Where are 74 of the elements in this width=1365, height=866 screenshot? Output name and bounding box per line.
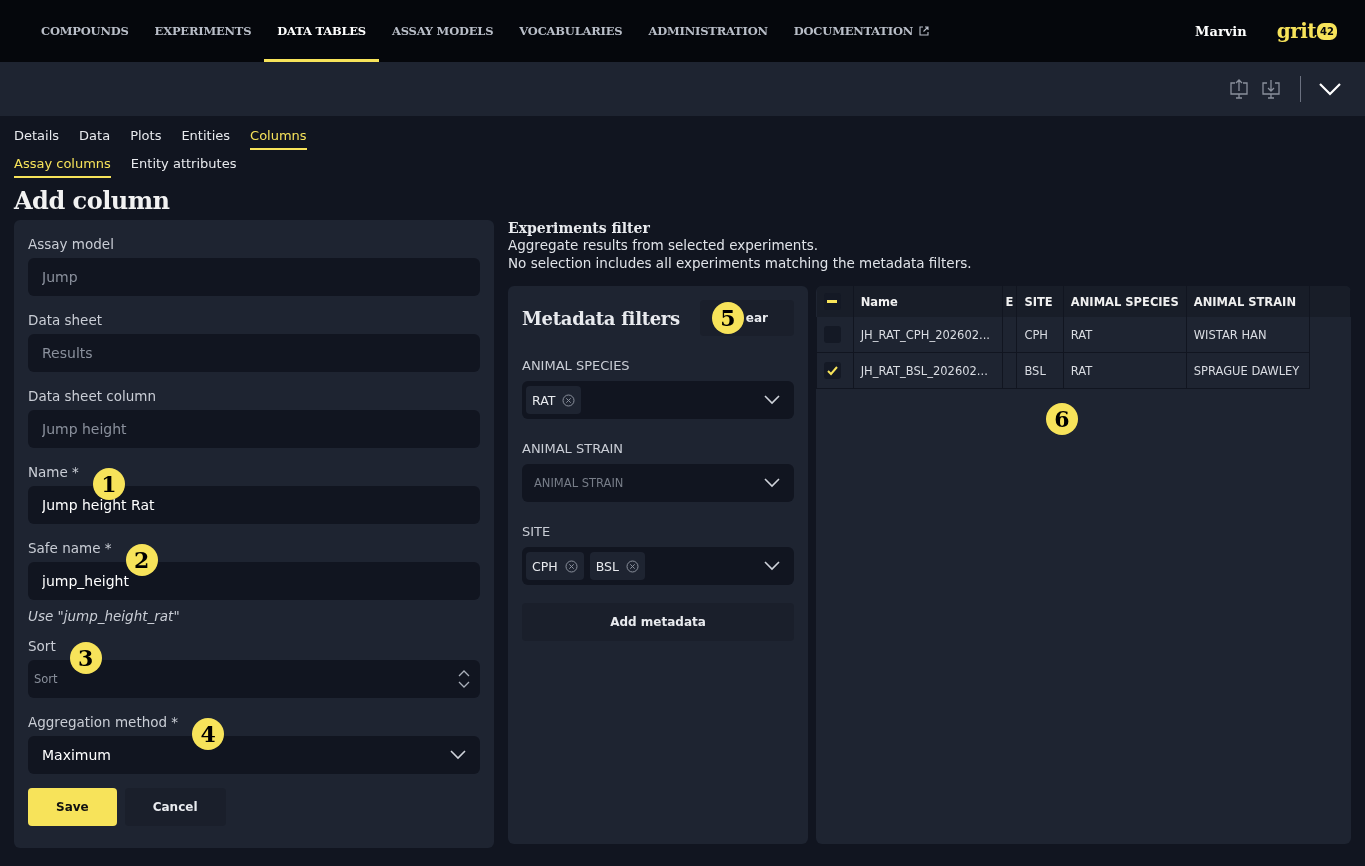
remove-icon[interactable] <box>564 559 578 573</box>
panel-title: Metadata filters <box>522 307 680 329</box>
check-icon <box>827 365 838 376</box>
nav-item[interactable]: VOCABULARIES <box>506 0 636 62</box>
table-cell: CPH <box>1016 317 1064 353</box>
stepper-icon[interactable] <box>458 670 470 688</box>
field-label: Data sheet <box>28 312 103 328</box>
tab[interactable]: Entities <box>181 126 231 150</box>
table-cell: RAT <box>1063 317 1187 353</box>
tab[interactable]: Entity attributes <box>130 154 237 178</box>
filter-label: SITE <box>522 524 552 539</box>
field-label: Aggregation method * <box>28 714 179 730</box>
tab[interactable]: Assay columns <box>14 154 111 178</box>
chevron-down-icon[interactable] <box>1319 82 1341 96</box>
upload-icon[interactable] <box>1228 78 1250 100</box>
chevron-down-icon <box>450 750 466 760</box>
callout-badge: 4 <box>192 718 225 750</box>
callout-badge: 6 <box>1046 403 1078 435</box>
field-label: Safe name * <box>28 540 112 556</box>
nav-item[interactable]: ASSAY MODELS <box>378 0 507 62</box>
download-icon[interactable] <box>1260 78 1282 100</box>
cancel-button[interactable]: Cancel <box>124 788 226 826</box>
column-header[interactable]: Name <box>853 286 1003 317</box>
multi-select[interactable]: RAT <box>522 381 794 419</box>
filter-tag: RAT <box>526 386 582 414</box>
description-text: Aggregate results from selected experiments. <box>508 236 820 254</box>
callout-badge: 5 <box>712 302 744 334</box>
nav-item[interactable]: EXPERIMENTS <box>141 0 265 62</box>
field-label: Sort <box>28 638 56 654</box>
field-label: Data sheet column <box>28 388 156 404</box>
input-field[interactable]: Jump <box>28 258 480 296</box>
remove-icon[interactable] <box>562 393 576 407</box>
hint-text: Use "jump_height_rat" <box>28 608 181 624</box>
table-cell: WISTAR HAN <box>1186 317 1310 353</box>
minus-icon <box>827 299 837 304</box>
table-cell: JH_RAT_CPH_202602... <box>853 317 1003 353</box>
user-name[interactable]: Marvin <box>1195 0 1247 62</box>
chevron-down-icon <box>764 561 780 571</box>
chevron-down-icon <box>764 478 780 488</box>
table-cell: BSL <box>1016 352 1064 389</box>
column-header[interactable]: ANIMAL STRAIN <box>1186 286 1310 317</box>
tab[interactable]: Columns <box>250 126 307 150</box>
clear-button[interactable]: 5 ear <box>700 300 794 336</box>
description-text: No selection includes all experiments matching the metadata filters. <box>508 254 973 272</box>
column-header[interactable]: SITE <box>1016 286 1064 317</box>
tab[interactable]: Details <box>14 126 60 150</box>
filter-label: ANIMAL SPECIES <box>522 358 631 373</box>
multi-select[interactable]: ANIMAL STRAIN <box>522 464 794 502</box>
input-field[interactable]: Results <box>28 334 480 372</box>
nav-item[interactable]: ADMINISTRATION <box>635 0 781 62</box>
callout-badge: 3 <box>69 642 102 674</box>
row-checkbox[interactable] <box>824 362 841 379</box>
multi-select[interactable]: CPH BSL <box>522 547 794 585</box>
filter-tag: CPH <box>526 552 584 580</box>
select-all-checkbox[interactable] <box>823 293 841 310</box>
page-title: Add column <box>14 186 171 215</box>
tab[interactable]: Plots <box>130 126 162 150</box>
filter-label: ANIMAL STRAIN <box>522 441 625 456</box>
save-button[interactable]: Save <box>28 788 117 826</box>
remove-icon[interactable] <box>625 559 639 573</box>
section-title: Experiments filter <box>508 220 651 236</box>
add-metadata-button[interactable]: Add metadata <box>522 603 794 641</box>
chevron-down-icon <box>764 395 780 405</box>
table-cell: SPRAGUE DAWLEY <box>1186 352 1310 389</box>
column-header[interactable]: ANIMAL SPECIES <box>1063 286 1187 317</box>
tab[interactable]: Data <box>79 126 111 150</box>
nav-item[interactable]: DOCUMENTATION <box>780 0 943 62</box>
input-field[interactable]: Jump height <box>28 410 480 448</box>
table-cell: RAT <box>1063 352 1187 389</box>
nav-item[interactable]: COMPOUNDS <box>28 0 142 62</box>
table-cell: JH_RAT_BSL_202602... <box>853 352 1003 389</box>
filter-tag: BSL <box>589 552 645 580</box>
field-label: Assay model <box>28 236 114 252</box>
field-label: Name * <box>28 464 79 480</box>
